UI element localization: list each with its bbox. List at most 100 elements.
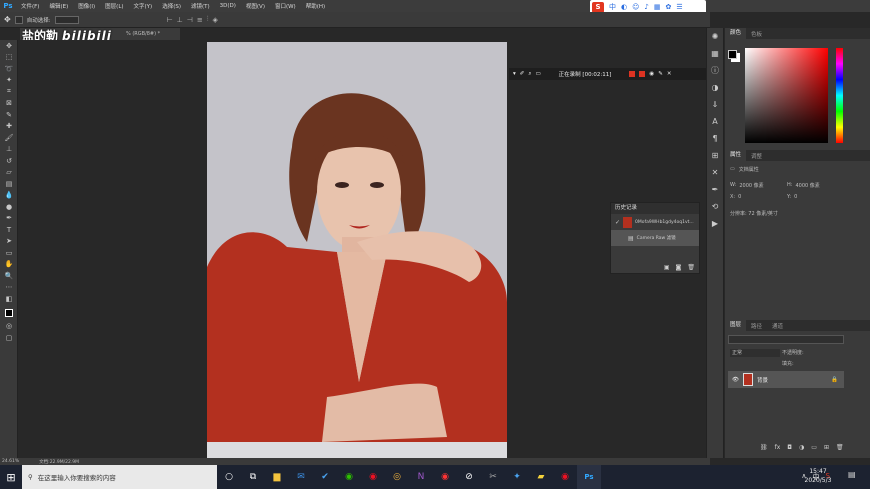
eyedropper-icon[interactable]: ✎	[0, 109, 18, 121]
shape-tool-icon[interactable]: ▭	[0, 247, 18, 259]
menu-3d[interactable]: 3D(D)	[215, 3, 241, 9]
menu-layer[interactable]: 图层(L)	[100, 2, 128, 10]
blend-mode-dropdown[interactable]: 正常	[730, 349, 780, 357]
foreground-background-icon[interactable]	[0, 305, 18, 321]
hue-slider[interactable]	[836, 48, 843, 143]
ime-voice-icon[interactable]: ♪	[644, 3, 648, 11]
styles-icon[interactable]: ⇓	[707, 96, 723, 113]
default-colors-icon[interactable]: ◧	[0, 293, 18, 305]
group-icon[interactable]: ▭	[811, 444, 817, 451]
screenshot-tool-icon[interactable]: ✂	[481, 465, 505, 489]
glyphs-icon[interactable]: ⊞	[707, 147, 723, 164]
menu-select[interactable]: 选择(S)	[157, 2, 186, 10]
safari-icon[interactable]: ⊘	[457, 465, 481, 489]
menu-view[interactable]: 视图(V)	[241, 2, 270, 10]
frame-tool-icon[interactable]: ⊠	[0, 98, 18, 110]
network-app-icon[interactable]: ✦	[505, 465, 529, 489]
tab-layers[interactable]: 图层	[725, 320, 747, 331]
path-selection-icon[interactable]: ➤	[0, 236, 18, 248]
blur-tool-icon[interactable]: 💧	[0, 190, 18, 202]
ime-punctuation-icon[interactable]: ◐	[621, 3, 627, 11]
cortana-icon[interactable]: ○	[217, 465, 241, 489]
adjustment-layer-icon[interactable]: ◑	[799, 444, 804, 451]
lasso-tool-icon[interactable]: ➰	[0, 63, 18, 75]
recorder-menu-icon[interactable]: ▾	[513, 71, 516, 77]
layer-row-background[interactable]: 👁 背景 🔒	[728, 371, 844, 388]
quick-mask-icon[interactable]: ◎	[0, 321, 18, 333]
pen-tool-icon[interactable]: ✒	[0, 213, 18, 225]
browser-icon[interactable]: ◉	[433, 465, 457, 489]
layer-mask-icon[interactable]: ◘	[787, 444, 792, 451]
camera-icon[interactable]: ◉	[649, 71, 654, 77]
history-step[interactable]: ▤ Camera Raw 滤镜	[611, 230, 699, 246]
tab-properties[interactable]: 属性	[725, 150, 747, 161]
recorder-zoom-icon[interactable]: ⌕	[528, 71, 531, 78]
distribute-icon[interactable]: ≡	[197, 16, 203, 24]
ime-emoji-icon[interactable]: ☺	[632, 3, 639, 11]
align-center-icon[interactable]: ⊥	[177, 16, 183, 24]
character-icon[interactable]: A	[707, 113, 723, 130]
auto-select-checkbox[interactable]	[14, 15, 23, 24]
swatches-icon[interactable]: ▦	[707, 45, 723, 62]
zoom-level[interactable]: 24.61%	[2, 459, 19, 464]
more-tools-icon[interactable]: ⋯	[0, 282, 18, 294]
tab-channels[interactable]: 通道	[767, 322, 788, 330]
gradient-tool-icon[interactable]: ▤	[0, 178, 18, 190]
screen-mode-icon[interactable]: ▢	[0, 332, 18, 344]
notification-icon[interactable]: ▤	[848, 470, 856, 479]
new-layer-icon[interactable]: ⊞	[824, 444, 829, 451]
3d-mode-icon[interactable]: ◈	[213, 16, 218, 24]
clone-stamp-icon[interactable]: ⊥	[0, 144, 18, 156]
crop-tool-icon[interactable]: ⌗	[0, 86, 18, 98]
menu-file[interactable]: 文件(F)	[16, 2, 44, 10]
netease-music-icon[interactable]: ◉	[361, 465, 385, 489]
visibility-eye-icon[interactable]: 👁	[732, 377, 739, 383]
move-tool-icon[interactable]: ✥	[0, 40, 18, 52]
brush-settings-icon[interactable]: ✒	[707, 181, 723, 198]
file-explorer-icon[interactable]: ▆	[265, 465, 289, 489]
recorder-screen-icon[interactable]: ▭	[535, 71, 540, 77]
menu-help[interactable]: 帮助(H)	[301, 2, 330, 10]
wechat-icon[interactable]: ◉	[337, 465, 361, 489]
document-image[interactable]	[207, 42, 507, 458]
distribute-vertical-icon[interactable]: ⫶	[207, 15, 209, 24]
tools-preset-icon[interactable]: ✕	[707, 164, 723, 181]
align-right-icon[interactable]: ⊣	[187, 16, 193, 24]
link-layers-icon[interactable]: ⛓	[760, 444, 768, 451]
layer-style-icon[interactable]: fx	[775, 444, 781, 451]
chrome-icon[interactable]: ◎	[385, 465, 409, 489]
paragraph-icon[interactable]: ¶	[707, 130, 723, 147]
info-icon[interactable]: ⓘ	[707, 62, 723, 79]
mail-icon[interactable]: ✉	[289, 465, 313, 489]
delete-layer-icon[interactable]: 🗑	[836, 444, 844, 451]
foreground-color-swatch[interactable]	[728, 50, 737, 59]
dodge-tool-icon[interactable]: ●	[0, 201, 18, 213]
move-tool-icon[interactable]: ✥	[4, 15, 11, 24]
tab-paths[interactable]: 路径	[746, 322, 767, 330]
history-brush-icon[interactable]: ↺	[0, 155, 18, 167]
tab-swatches[interactable]: 色板	[746, 30, 767, 38]
ime-mode[interactable]: 中	[609, 2, 616, 12]
actions-icon[interactable]: ▶	[707, 215, 723, 232]
tab-color[interactable]: 颜色	[725, 28, 747, 39]
new-snapshot-icon[interactable]: ◙	[676, 264, 682, 271]
menu-image[interactable]: 图像(I)	[73, 2, 100, 10]
pen-app-icon[interactable]: ✔	[313, 465, 337, 489]
y-field[interactable]: Y: 0	[787, 194, 797, 200]
sticky-notes-icon[interactable]: ▰	[529, 465, 553, 489]
taskbar-clock[interactable]: 15:47 2020/5/3	[800, 467, 836, 485]
ime-keyboard-icon[interactable]: ▦	[654, 3, 661, 11]
ime-settings-icon[interactable]: ☰	[676, 3, 682, 11]
width-field[interactable]: W: 2000 像素	[730, 182, 764, 189]
taskbar-search[interactable]: ⚲ 在这里输入你要搜索的内容	[22, 465, 217, 489]
adjustments-icon[interactable]: ◑	[707, 79, 723, 96]
align-left-icon[interactable]: ⊢	[167, 16, 173, 24]
history-icon[interactable]: ⟲	[707, 198, 723, 215]
task-view-icon[interactable]: ⧉	[241, 465, 265, 489]
layer-filter-dropdown[interactable]	[728, 335, 844, 344]
close-icon[interactable]: ✕	[667, 71, 672, 77]
history-snapshot[interactable]: ✓ 0Mofa9WHb1gdy4oq1vt...	[611, 214, 699, 230]
x-field[interactable]: X: 0	[730, 194, 741, 200]
pause-icon[interactable]	[629, 71, 636, 77]
layer-lock-icon[interactable]: 🔒	[831, 377, 838, 383]
